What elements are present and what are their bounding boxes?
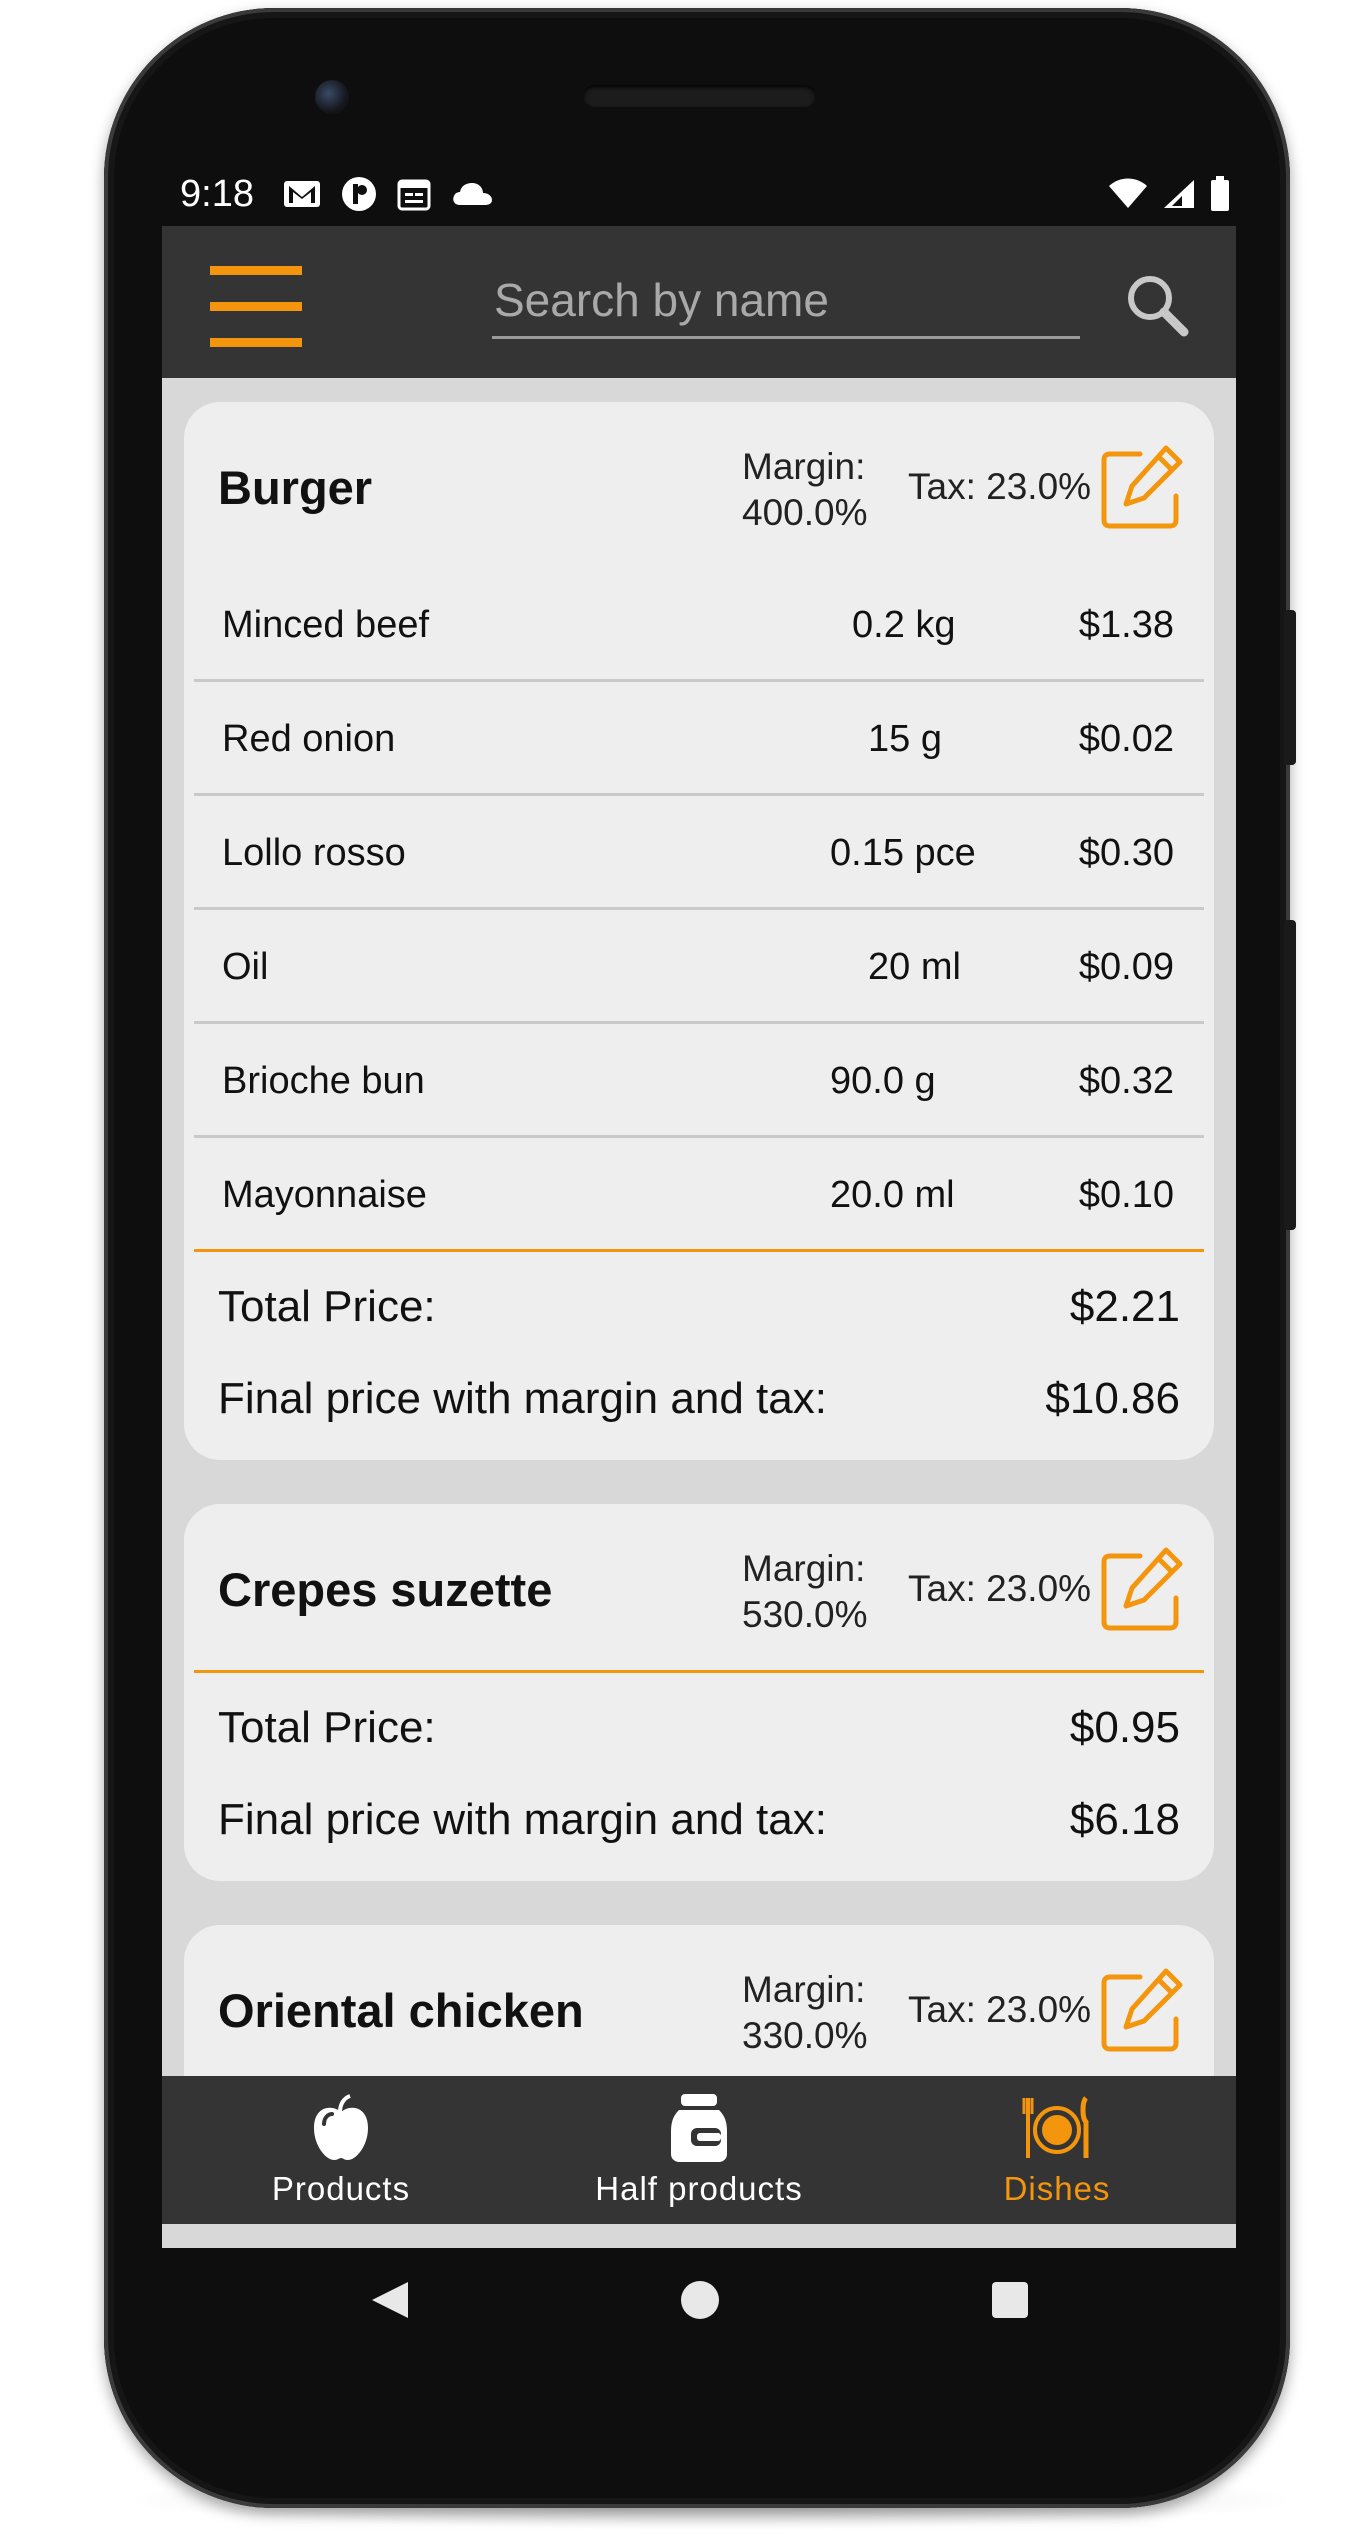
ingredient-row[interactable]: Mayonnaise 20.0 ml $0.10 bbox=[194, 1138, 1204, 1249]
earpiece-speaker bbox=[583, 85, 816, 107]
status-bar: 9:18 bbox=[160, 162, 1236, 226]
ingredient-quantity: 20.0 ml bbox=[830, 1174, 955, 1216]
nav-label: Products bbox=[271, 2170, 411, 2207]
ingredient-row[interactable]: Oil 20 ml $0.09 bbox=[194, 910, 1204, 1024]
power-button bbox=[1284, 610, 1296, 765]
home-icon[interactable] bbox=[678, 2278, 722, 2322]
ingredient-list: Minced beef 0.2 kg $1.38 Red onion 15 g … bbox=[184, 568, 1214, 1249]
plate-cutlery-icon bbox=[1022, 2096, 1089, 2158]
margin-value: 530.0% bbox=[742, 1594, 868, 1635]
dish-card: Crepes suzette Margin: 530.0% Tax: 23.0%… bbox=[184, 1504, 1214, 1881]
dish-name: Crepes suzette bbox=[218, 1563, 553, 1616]
dish-tax: Tax: 23.0% bbox=[908, 466, 1092, 507]
final-price-value: $10.86 bbox=[1045, 1374, 1180, 1423]
total-price-label: Total Price: bbox=[218, 1703, 436, 1752]
gmail-icon bbox=[283, 181, 320, 207]
status-time: 9:18 bbox=[180, 172, 254, 215]
nav-products[interactable]: Products bbox=[162, 2076, 520, 2224]
total-price-value: $2.21 bbox=[1069, 1282, 1180, 1331]
recents-icon[interactable] bbox=[988, 2278, 1032, 2322]
bottom-navigation: Products Half products Dishes bbox=[162, 2076, 1236, 2224]
ingredient-quantity: 90.0 g bbox=[830, 1060, 936, 1102]
ingredient-quantity: 15 g bbox=[868, 718, 942, 760]
ingredient-name: Brioche bun bbox=[222, 1060, 425, 1102]
dish-list: Burger Margin: 400.0% Tax: 23.0% Minced … bbox=[184, 402, 1214, 2215]
dish-margin: Margin: 530.0% bbox=[742, 1546, 868, 1638]
ingredient-name: Mayonnaise bbox=[222, 1174, 427, 1216]
margin-value: 400.0% bbox=[742, 492, 868, 533]
ingredient-name: Red onion bbox=[222, 718, 396, 760]
margin-label: Margin: bbox=[742, 1548, 866, 1589]
ingredient-row[interactable]: Brioche bun 90.0 g $0.32 bbox=[194, 1024, 1204, 1138]
edit-icon[interactable] bbox=[1096, 1544, 1188, 1636]
calendar-icon bbox=[397, 179, 431, 211]
nav-label: Dishes bbox=[1003, 2170, 1111, 2207]
apple-icon bbox=[314, 2094, 368, 2160]
edit-icon[interactable] bbox=[1096, 442, 1188, 534]
margin-value: 330.0% bbox=[742, 2015, 868, 2056]
ingredient-quantity: 20 ml bbox=[868, 946, 961, 988]
ingredient-row[interactable]: Lollo rosso 0.15 pce $0.30 bbox=[194, 796, 1204, 910]
system-navigation bbox=[162, 2248, 1236, 2358]
dish-name: Burger bbox=[218, 461, 373, 514]
ingredient-price: $1.38 bbox=[1078, 604, 1174, 646]
ingredient-price: $0.30 bbox=[1078, 832, 1174, 874]
app-icon bbox=[341, 177, 376, 211]
nav-half-products[interactable]: Half products bbox=[520, 2076, 878, 2224]
search-icon[interactable] bbox=[1122, 270, 1192, 340]
ingredient-quantity: 0.15 pce bbox=[830, 832, 976, 874]
back-icon[interactable] bbox=[368, 2278, 412, 2322]
total-price-label: Total Price: bbox=[218, 1282, 436, 1331]
final-price-label: Final price with margin and tax: bbox=[218, 1795, 827, 1844]
app-bar bbox=[162, 226, 1236, 378]
ingredient-name: Lollo rosso bbox=[222, 832, 406, 874]
margin-label: Margin: bbox=[742, 1969, 866, 2010]
dish-name: Oriental chicken bbox=[218, 1984, 584, 2037]
total-price-value: $0.95 bbox=[1069, 1703, 1180, 1752]
dish-card-header: Oriental chicken Margin: 330.0% Tax: 23.… bbox=[184, 1925, 1214, 2091]
ingredient-price: $0.32 bbox=[1078, 1060, 1174, 1102]
app-screen: Burger Margin: 400.0% Tax: 23.0% Minced … bbox=[162, 226, 1236, 2248]
dish-margin: Margin: 400.0% bbox=[742, 444, 868, 536]
nav-label: Half products bbox=[595, 2170, 803, 2207]
ingredient-price: $0.09 bbox=[1078, 946, 1174, 988]
dish-margin: Margin: 330.0% bbox=[742, 1967, 868, 2059]
search-input[interactable] bbox=[492, 270, 1080, 339]
dish-card: Burger Margin: 400.0% Tax: 23.0% Minced … bbox=[184, 402, 1214, 1460]
battery-icon bbox=[1211, 176, 1229, 211]
final-price-row: Final price with margin and tax: $6.18 bbox=[184, 1773, 1214, 1881]
ingredient-row[interactable]: Red onion 15 g $0.02 bbox=[194, 682, 1204, 796]
dish-tax: Tax: 23.0% bbox=[908, 1989, 1092, 2030]
final-price-label: Final price with margin and tax: bbox=[218, 1374, 827, 1423]
ingredient-price: $0.10 bbox=[1078, 1174, 1174, 1216]
total-price-row: Total Price: $0.95 bbox=[184, 1673, 1214, 1773]
dish-card-header: Burger Margin: 400.0% Tax: 23.0% bbox=[184, 402, 1214, 568]
final-price-value: $6.18 bbox=[1069, 1795, 1180, 1844]
ingredient-price: $0.02 bbox=[1078, 718, 1174, 760]
ingredient-quantity: 0.2 kg bbox=[852, 604, 956, 646]
ingredient-name: Minced beef bbox=[222, 604, 430, 646]
volume-button bbox=[1284, 920, 1296, 1230]
dish-tax: Tax: 23.0% bbox=[908, 1568, 1092, 1609]
edit-icon[interactable] bbox=[1096, 1965, 1188, 2057]
dish-card-header: Crepes suzette Margin: 530.0% Tax: 23.0% bbox=[184, 1504, 1214, 1670]
nav-dishes[interactable]: Dishes bbox=[878, 2076, 1236, 2224]
margin-label: Margin: bbox=[742, 446, 866, 487]
total-price-row: Total Price: $2.21 bbox=[184, 1252, 1214, 1352]
signal-icon bbox=[1164, 180, 1194, 208]
front-camera bbox=[315, 80, 349, 114]
wifi-icon bbox=[1109, 178, 1147, 208]
ingredient-name: Oil bbox=[222, 946, 269, 988]
jar-icon bbox=[671, 2094, 727, 2162]
ingredient-row[interactable]: Minced beef 0.2 kg $1.38 bbox=[194, 568, 1204, 682]
cloud-icon bbox=[453, 183, 492, 205]
hamburger-menu-icon[interactable] bbox=[210, 266, 302, 347]
final-price-row: Final price with margin and tax: $10.86 bbox=[184, 1352, 1214, 1460]
